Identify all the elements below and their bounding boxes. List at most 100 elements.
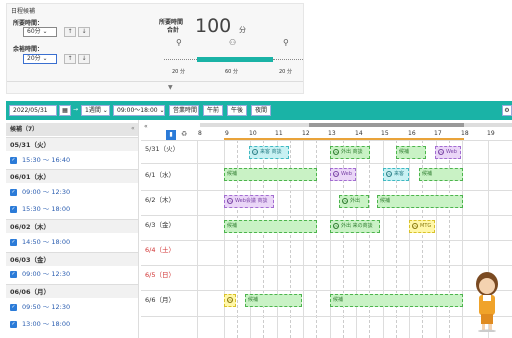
row-line [141, 316, 512, 317]
row-line [141, 215, 512, 216]
row-line [141, 140, 512, 141]
total-duration-unit: 分 [239, 26, 246, 34]
hour-label: 16 [408, 130, 416, 137]
evening-button[interactable]: 夜間 [251, 105, 271, 116]
candidate-slot[interactable]: ✓ 15:30 ～ 16:40 [6, 153, 138, 168]
margin-down-button[interactable]: ↓ [78, 54, 90, 64]
candidate-block[interactable]: 候補 [419, 168, 463, 181]
half-hour-line [369, 140, 370, 338]
clock-icon: ◷ [333, 149, 339, 155]
checkbox-icon[interactable]: ✓ [10, 189, 17, 196]
hour-line [197, 140, 198, 338]
buffer-after-text: 20 分 [279, 69, 292, 75]
expand-toggle-icon[interactable]: ▼ [168, 84, 173, 91]
checkbox-icon[interactable]: ✓ [10, 239, 17, 246]
event-outing[interactable]: ◷ 外出 商談 [330, 146, 370, 159]
candidate-slot[interactable]: ✓ 13:00 ～ 18:00 [6, 317, 138, 332]
candidate-block[interactable]: 候補 [224, 168, 317, 181]
time-range-select[interactable]: 09:00～18:00 ⌄ [113, 105, 165, 116]
scrollbar-thumb[interactable] [309, 123, 464, 127]
candidate-day: 06/06（月） [6, 284, 138, 298]
morning-button[interactable]: 午前 [203, 105, 223, 116]
margin-label: 余裕時間： [13, 46, 44, 53]
mascot-icon [476, 272, 498, 333]
hour-line [356, 140, 357, 338]
margin-select[interactable]: 20分 ⌄ [23, 54, 57, 64]
range-select[interactable]: 1週間 ⌄ [81, 105, 110, 116]
event-visit[interactable]: ◷ 来客 [383, 168, 409, 181]
travel-return-icon: ⚲ [283, 38, 289, 47]
schedule-settings-panel: 日程候補 所要時間： 60分 ⌄ ↑ ↓ 余裕時間： 20分 ⌄ ↑ ↓ 所要時… [6, 3, 304, 94]
event-outing[interactable]: ◷ 外出 [339, 195, 369, 208]
candidate-slot[interactable]: ✓ 09:00 ～ 12:30 [6, 267, 138, 282]
afternoon-button[interactable]: 午後 [227, 105, 247, 116]
hour-label: 8 [198, 130, 202, 137]
event-mtg[interactable]: ◷ [224, 294, 236, 307]
candidate-list-header: 候補（7） [6, 123, 138, 136]
clock-icon: ◷ [386, 171, 392, 177]
calendar-icon[interactable]: ▦ [59, 105, 71, 116]
meeting-duration-bar [197, 57, 273, 62]
settings-divider [7, 81, 303, 82]
day-label: 6/3（金） [145, 221, 175, 229]
row-line [141, 240, 512, 241]
range-separator: → [73, 106, 79, 113]
candidate-day: 05/31（火） [6, 137, 138, 151]
travel-icon: ⚲ [176, 38, 182, 47]
day-label: 5/31（火） [145, 145, 180, 153]
hour-label: 10 [249, 130, 257, 137]
event-visit[interactable]: ⚇ 来客 商談 [249, 146, 289, 159]
duration-up-button[interactable]: ↑ [64, 27, 76, 37]
business-hours-button[interactable]: 営業時間 [169, 105, 199, 116]
day-label-weekend: 6/4（土） [145, 246, 175, 254]
event-outing[interactable]: ◷ 外出 来の商談 [330, 220, 380, 233]
clock-icon: ◷ [333, 223, 339, 229]
clock-icon: ◷ [342, 198, 348, 204]
candidate-day: 06/02（木） [6, 219, 138, 233]
checkbox-icon[interactable]: ✓ [10, 206, 17, 213]
checkbox-icon[interactable]: ✓ [10, 304, 17, 311]
view-select-icon[interactable]: ▮ [166, 130, 176, 140]
settings-gear-icon[interactable]: ⚙ [502, 105, 512, 116]
candidate-day: 06/03（金） [6, 252, 138, 266]
event-web[interactable]: ◷ Web [435, 146, 461, 159]
settings-title: 日程候補 [11, 8, 36, 15]
candidate-slot[interactable]: ✓ 09:50 ～ 12:30 [6, 300, 138, 315]
hour-label: 11 [275, 130, 283, 137]
event-web-meeting[interactable]: ◷ Web会議 商談 [224, 195, 274, 208]
event-web[interactable]: ◷ Web [330, 168, 356, 181]
checkbox-icon[interactable]: ✓ [10, 157, 17, 164]
meeting-duration-text: 60 分 [225, 69, 238, 75]
day-label: 6/1（水） [145, 171, 175, 179]
calendar-grid: « ▮ ♻ 8 9 10 11 12 13 14 15 16 17 18 19 … [141, 120, 512, 338]
candidate-block[interactable]: 候補 [396, 146, 426, 159]
candidate-block[interactable]: 候補 [224, 220, 317, 233]
date-input[interactable]: 2022/05/31 [9, 105, 57, 116]
duration-down-button[interactable]: ↓ [78, 27, 90, 37]
duration-select[interactable]: 60分 ⌄ [23, 27, 57, 37]
total-duration-value: 100 [195, 15, 232, 37]
duration-label: 所要時間： [13, 20, 44, 27]
checkbox-icon[interactable]: ✓ [10, 321, 17, 328]
assistant-mascot[interactable] [470, 270, 504, 333]
person-icon: ⚇ [252, 149, 258, 155]
candidate-block[interactable]: 候補 [245, 294, 302, 307]
candidate-block[interactable]: 候補 [377, 195, 463, 208]
view-toggle-icon[interactable]: ♻ [181, 130, 187, 138]
event-mtg[interactable]: ◷ MTG [409, 220, 435, 233]
meeting-icon: ⚇ [229, 38, 237, 47]
candidate-list: 候補（7） « 05/31（火） ✓ 15:30 ～ 16:40 06/01（水）… [6, 120, 139, 338]
buffer-before-text: 20 分 [172, 69, 185, 75]
clock-icon: ◷ [227, 198, 233, 204]
hour-label: 17 [434, 130, 442, 137]
day-label-weekend: 6/5（日） [145, 271, 175, 279]
candidate-block[interactable]: 候補 [330, 294, 463, 307]
buffer-before-line [164, 59, 197, 60]
checkbox-icon[interactable]: ✓ [10, 271, 17, 278]
candidate-slot[interactable]: ✓ 09:00 ～ 12:30 [6, 185, 138, 200]
candidate-slot[interactable]: ✓ 14:50 ～ 18:00 [6, 235, 138, 250]
scroll-left-icon[interactable]: « [144, 123, 148, 130]
candidate-slot[interactable]: ✓ 15:30 ～ 18:00 [6, 202, 138, 217]
margin-up-button[interactable]: ↑ [64, 54, 76, 64]
collapse-list-icon[interactable]: « [131, 125, 135, 132]
